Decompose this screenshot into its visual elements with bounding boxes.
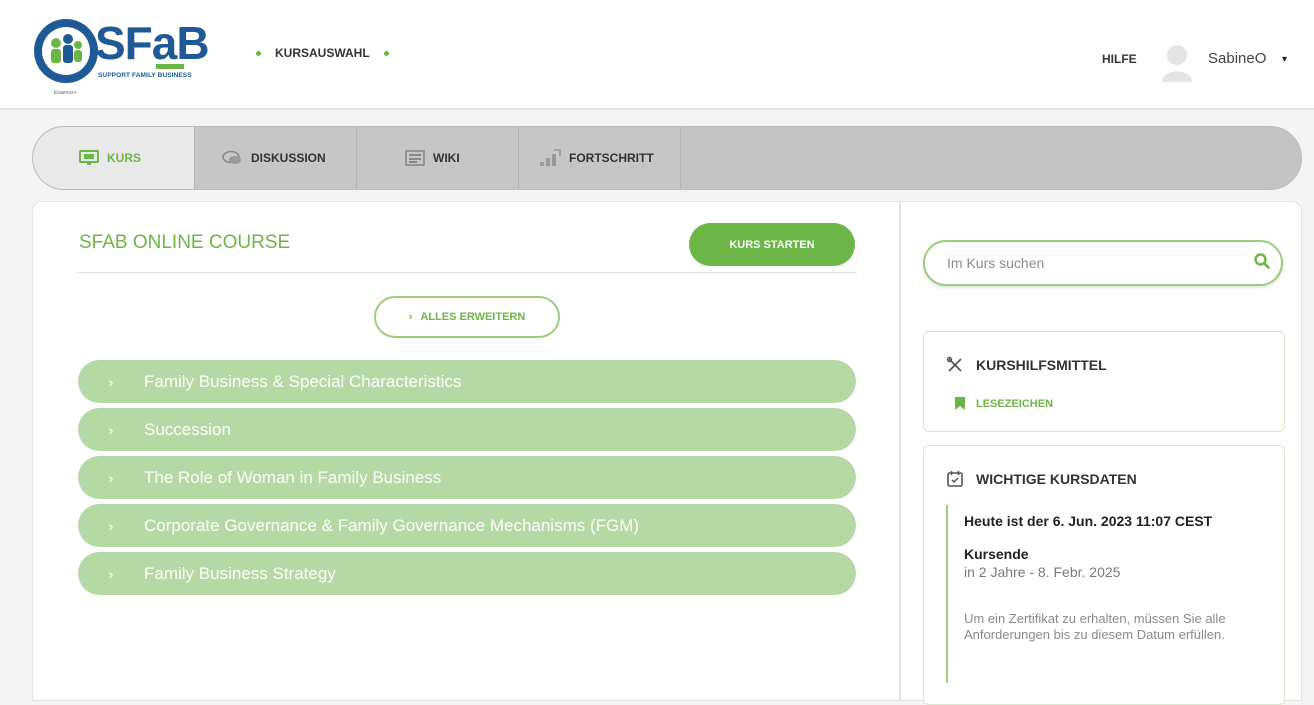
tab-fortschritt-label: FORTSCHRITT	[569, 151, 654, 165]
section-title: Family Business & Special Characteristic…	[144, 371, 462, 391]
section-title: Succession	[144, 419, 231, 439]
course-section[interactable]: › The Role of Woman in Family Business	[78, 456, 856, 499]
course-tools-header: KURSHILFSMITTEL	[946, 356, 1107, 374]
nav-kursauswahl[interactable]: KURSAUSWAHL	[275, 46, 370, 60]
site-header: SFaB SUPPORT FAMILY BUSINESS Erasmus+ KU…	[0, 0, 1314, 110]
today-date: Heute ist der 6. Jun. 2023 11:07 CEST	[964, 513, 1213, 529]
tab-fortschritt[interactable]: FORTSCHRITT	[519, 127, 681, 189]
chevron-right-icon: ›	[108, 421, 114, 438]
avatar[interactable]	[1160, 42, 1194, 82]
help-link[interactable]: HILFE	[1102, 52, 1137, 66]
date-timeline: Heute ist der 6. Jun. 2023 11:07 CEST Ku…	[946, 505, 1266, 683]
calendar-icon	[947, 471, 963, 487]
logo-accent-bar	[156, 64, 184, 69]
wiki-icon	[405, 150, 425, 166]
chevron-right-icon: ›	[408, 311, 413, 323]
course-dates-title: WICHTIGE KURSDATEN	[976, 471, 1137, 487]
chevron-right-icon: ›	[108, 565, 114, 582]
tab-diskussion-label: DISKUSSION	[251, 151, 326, 165]
course-tab-bar: KURS DISKUSSION WIKI FORTSCHRITT	[32, 126, 1302, 190]
course-dates-header: WICHTIGE KURSDATEN	[946, 470, 1137, 488]
user-menu-chevron-down-icon[interactable]: ▾	[1282, 54, 1287, 65]
top-navigation: KURSAUSWAHL	[256, 46, 389, 60]
tab-wiki-label: WIKI	[433, 151, 460, 165]
course-sidebar: KURSHILFSMITTEL LESEZEICHEN WICHTIGE KUR…	[900, 201, 1302, 705]
nav-dot-icon	[383, 50, 389, 56]
section-title: The Role of Woman in Family Business	[144, 467, 442, 487]
tools-icon	[946, 356, 962, 372]
course-outline-panel: SFAB ONLINE COURSE KURS STARTEN › ALLES …	[32, 201, 900, 701]
expand-all-label: ALLES ERWEITERN	[420, 311, 526, 323]
certificate-note: Um ein Zertifikat zu erhalten, müssen Si…	[964, 611, 1226, 642]
expand-all-button[interactable]: › ALLES ERWEITERN	[374, 296, 560, 338]
search-icon[interactable]	[1253, 252, 1271, 270]
course-end-label: Kursende	[964, 546, 1029, 562]
tab-kurs[interactable]: KURS	[33, 127, 195, 189]
divider	[77, 272, 857, 273]
course-dates-box: WICHTIGE KURSDATEN Heute ist der 6. Jun.…	[923, 445, 1285, 705]
section-title: Corporate Governance & Family Governance…	[144, 515, 640, 535]
progress-icon	[540, 149, 561, 166]
course-section[interactable]: › Corporate Governance & Family Governan…	[78, 504, 856, 547]
erasmus-label: Erasmus+	[54, 90, 77, 96]
nav-dot-icon	[256, 50, 261, 56]
bookmarks-label: LESEZEICHEN	[976, 397, 1054, 410]
monitor-icon	[79, 150, 99, 165]
course-title: SFAB ONLINE COURSE	[79, 232, 291, 253]
course-tools-title: KURSHILFSMITTEL	[976, 357, 1107, 373]
tab-kurs-label: KURS	[107, 151, 142, 165]
sfab-logo[interactable]: SFaB SUPPORT FAMILY BUSINESS Erasmus+	[30, 14, 230, 98]
course-section[interactable]: › Family Business & Special Characterist…	[78, 360, 856, 403]
chevron-right-icon: ›	[108, 469, 114, 486]
course-end-date: in 2 Jahre - 8. Febr. 2025	[964, 564, 1121, 580]
logo-wordmark: SFaB	[95, 17, 210, 69]
tab-diskussion[interactable]: DISKUSSION	[195, 127, 357, 189]
search-input[interactable]	[947, 252, 1247, 274]
chevron-right-icon: ›	[108, 517, 114, 534]
bookmark-icon	[955, 397, 965, 410]
tab-wiki[interactable]: WIKI	[357, 127, 519, 189]
username[interactable]: SabineO	[1208, 50, 1266, 67]
bookmarks-link[interactable]: LESEZEICHEN	[954, 396, 1053, 411]
section-title: Family Business Strategy	[144, 563, 336, 583]
logo-subtitle: SUPPORT FAMILY BUSINESS	[98, 72, 192, 79]
start-course-button[interactable]: KURS STARTEN	[689, 223, 855, 266]
course-section[interactable]: › Family Business Strategy	[78, 552, 856, 595]
course-tools-box: KURSHILFSMITTEL LESEZEICHEN	[923, 331, 1285, 432]
chevron-right-icon: ›	[108, 373, 114, 390]
course-section[interactable]: › Succession	[78, 408, 856, 451]
course-search	[923, 240, 1283, 286]
logo-emblem-icon	[34, 19, 98, 83]
chat-icon	[222, 150, 241, 164]
